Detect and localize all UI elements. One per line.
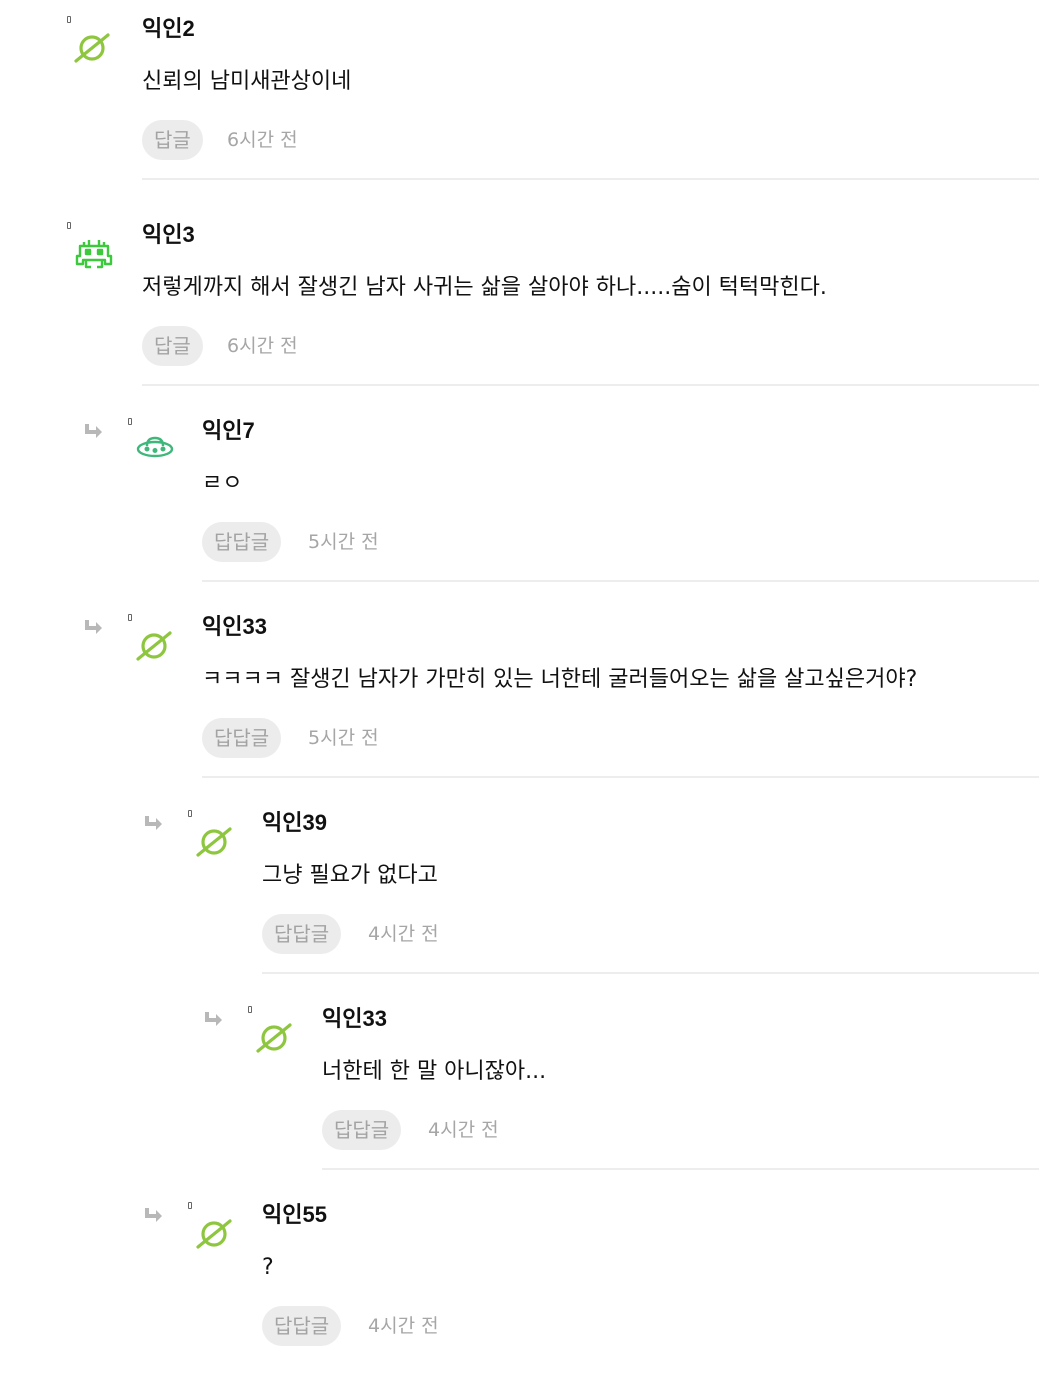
reply-button[interactable]: 답글 — [142, 120, 203, 160]
comment-marker-icon — [248, 1006, 252, 1013]
reply-button[interactable]: 답답글 — [322, 1110, 402, 1150]
comment-item: 익인33 ㅋㅋㅋㅋ 잘생긴 남자가 가만히 있는 너한테 굴러들어오는 삶을 살… — [0, 598, 1039, 794]
comment-item: 익인3 저렇게까지 해서 잘생긴 남자 사귀는 삶을 살아야 하나.....숨이… — [0, 206, 1039, 402]
reply-arrow-icon — [203, 1012, 223, 1028]
comment-author: 익인33 — [202, 614, 267, 639]
comment-text: 그냥 필요가 없다고 — [262, 863, 438, 888]
ufo-icon — [135, 430, 175, 470]
reply-button[interactable]: 답글 — [142, 326, 203, 366]
reply-arrow-icon — [143, 1208, 163, 1224]
space-invader-icon — [74, 234, 114, 274]
comment-item: 익인7 ㄹㅇ 답답글 5시간 전 — [0, 402, 1039, 598]
reply-button[interactable]: 답답글 — [202, 718, 282, 758]
comment-timestamp: 6시간 전 — [227, 335, 298, 357]
comment-timestamp: 4시간 전 — [368, 923, 439, 945]
comment-marker-icon — [128, 614, 132, 621]
comment-marker-icon — [67, 222, 71, 229]
comment-divider — [142, 178, 1039, 180]
comment-timestamp: 6시간 전 — [227, 129, 298, 151]
comment-divider — [202, 580, 1039, 582]
comment-marker-icon — [188, 1202, 192, 1209]
reply-button[interactable]: 답답글 — [262, 914, 342, 954]
comment-marker-icon — [128, 418, 132, 425]
comment-author: 익인3 — [142, 222, 195, 247]
comment-text: 너한테 한 말 아니잖아... — [322, 1059, 547, 1084]
comment-timestamp: 4시간 전 — [428, 1119, 499, 1141]
comment-marker-icon — [188, 810, 192, 817]
planet-icon — [72, 28, 112, 68]
reply-arrow-icon — [83, 620, 103, 636]
comment-timestamp: 5시간 전 — [308, 531, 379, 553]
comment-item: 익인39 그냥 필요가 없다고 답답글 4시간 전 — [0, 794, 1039, 990]
comment-item: 익인2 신뢰의 남미새관상이네 답글 6시간 전 — [0, 0, 1039, 196]
comment-text: ㅋㅋㅋㅋ 잘생긴 남자가 가만히 있는 너한테 굴러들어오는 삶을 살고싶은거야… — [202, 667, 918, 692]
comment-item: 익인55 ? 답답글 4시간 전 — [0, 1186, 1039, 1382]
planet-icon — [134, 626, 174, 666]
comment-divider — [262, 972, 1039, 974]
comment-author: 익인55 — [262, 1202, 327, 1227]
reply-arrow-icon — [143, 816, 163, 832]
comment-author: 익인2 — [142, 16, 195, 41]
comment-author: 익인33 — [322, 1006, 387, 1031]
reply-button[interactable]: 답답글 — [202, 522, 282, 562]
comment-text: 신뢰의 남미새관상이네 — [142, 69, 352, 94]
comment-timestamp: 4시간 전 — [368, 1315, 439, 1337]
comment-author: 익인7 — [202, 418, 255, 443]
planet-icon — [194, 822, 234, 862]
comment-timestamp: 5시간 전 — [308, 727, 379, 749]
planet-icon — [194, 1214, 234, 1254]
comment-text: ㄹㅇ — [202, 471, 243, 496]
comment-divider — [202, 776, 1039, 778]
comment-text: 저렇게까지 해서 잘생긴 남자 사귀는 삶을 살아야 하나.....숨이 턱턱막… — [142, 275, 827, 300]
comment-divider — [142, 384, 1039, 386]
reply-arrow-icon — [83, 424, 103, 440]
comment-marker-icon — [67, 16, 71, 23]
comment-item: 익인33 너한테 한 말 아니잖아... 답답글 4시간 전 — [0, 990, 1039, 1186]
comment-text: ? — [262, 1255, 274, 1280]
planet-icon — [254, 1018, 294, 1058]
reply-button[interactable]: 답답글 — [262, 1306, 342, 1346]
comment-author: 익인39 — [262, 810, 327, 835]
comment-divider — [322, 1168, 1039, 1170]
